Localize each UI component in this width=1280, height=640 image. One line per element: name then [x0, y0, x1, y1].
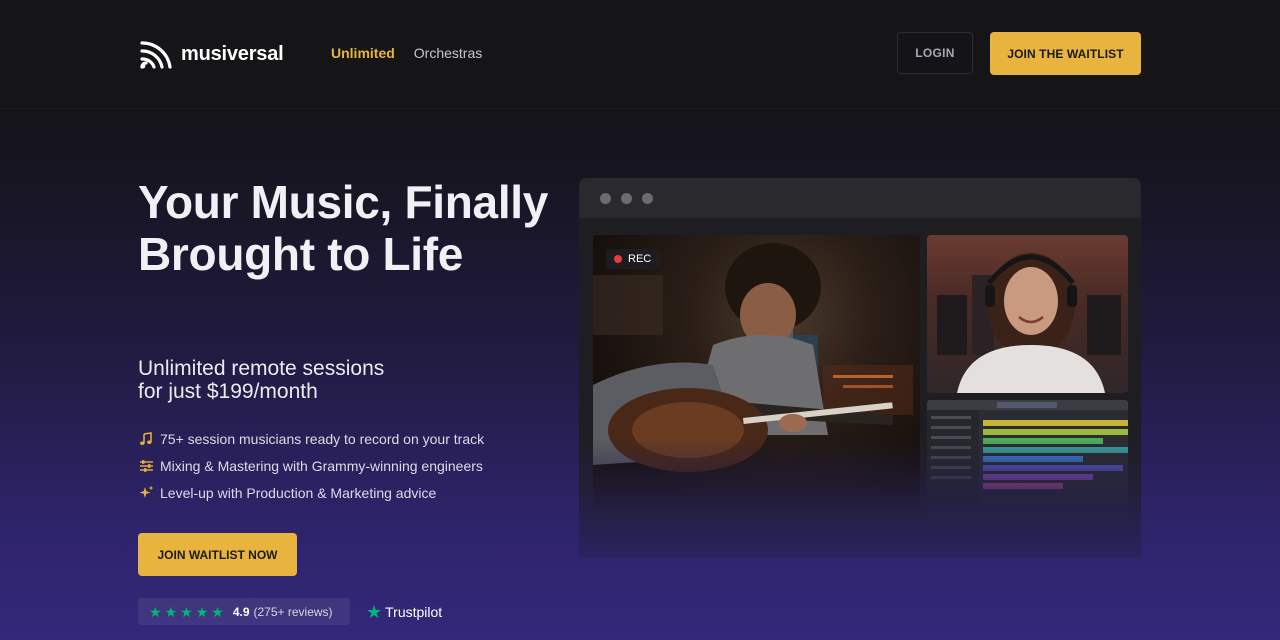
rec-badge: REC [606, 249, 661, 269]
main-nav: Unlimited Orchestras [331, 45, 482, 61]
trustpilot-star-icon: ★ [366, 602, 383, 622]
login-button[interactable]: LOGIN [897, 32, 973, 74]
logo[interactable]: musiversal [138, 37, 284, 71]
star-icon: ★ [195, 603, 209, 620]
trustpilot-logo[interactable]: ★ Trustpilot [366, 603, 442, 621]
music-note-icon [138, 431, 154, 447]
logo-text: musiversal [181, 42, 284, 65]
subtitle-line-2: for just $199/month [138, 380, 318, 403]
rating-badge: ★ ★ ★ ★ ★ 4.9 (275+ reviews) [138, 598, 350, 625]
star-icon: ★ [149, 603, 162, 620]
star-icon: ★ [180, 603, 193, 620]
session-preview-window: REC [579, 178, 1141, 558]
star-icon: ★ [164, 603, 178, 620]
rating-stars: ★ ★ ★ ★ ★ [149, 605, 224, 619]
sparkle-icon [138, 485, 154, 501]
logo-icon [140, 41, 172, 69]
feature-list: 75+ session musicians ready to record on… [138, 425, 484, 506]
join-waitlist-now-button[interactable]: JOIN WAITLIST NOW [138, 533, 297, 576]
engineer-illustration [937, 253, 1121, 393]
feature-text: Level-up with Production & Marketing adv… [160, 484, 437, 501]
star-icon: ★ [211, 603, 224, 620]
join-waitlist-button[interactable]: JOIN THE WAITLIST [990, 32, 1141, 75]
subtitle-line-1: Unlimited remote sessions [138, 357, 385, 380]
window-titlebar [579, 178, 1141, 218]
nav-item-orchestras[interactable]: Orchestras [414, 45, 482, 61]
feature-item: Mixing & Mastering with Grammy-winning e… [138, 452, 484, 479]
site-header: musiversal Unlimited Orchestras LOGIN JO… [0, 0, 1280, 109]
rating-score: 4.9 [232, 604, 250, 619]
hero-subtitle: Unlimited remote sessions for just $199/… [138, 357, 498, 403]
window-dot-icon [600, 193, 611, 204]
trustpilot-text: Trustpilot [385, 604, 443, 620]
hero-title: Your Music, Finally Brought to Life [138, 176, 549, 280]
feature-text: 75+ session musicians ready to record on… [160, 430, 485, 447]
preview-fade-overlay [579, 438, 1141, 558]
window-dot-icon [642, 193, 653, 204]
rec-label: REC [628, 253, 652, 265]
nav-item-unlimited[interactable]: Unlimited [331, 45, 395, 61]
window-dot-icon [621, 193, 632, 204]
sliders-icon [138, 458, 154, 474]
feature-item: Level-up with Production & Marketing adv… [138, 479, 484, 506]
review-count: (275+ reviews) [253, 604, 333, 619]
feature-item: 75+ session musicians ready to record on… [138, 425, 484, 452]
feature-text: Mixing & Mastering with Grammy-winning e… [160, 457, 483, 474]
engineer-video [927, 235, 1128, 393]
record-dot-icon [614, 255, 622, 263]
